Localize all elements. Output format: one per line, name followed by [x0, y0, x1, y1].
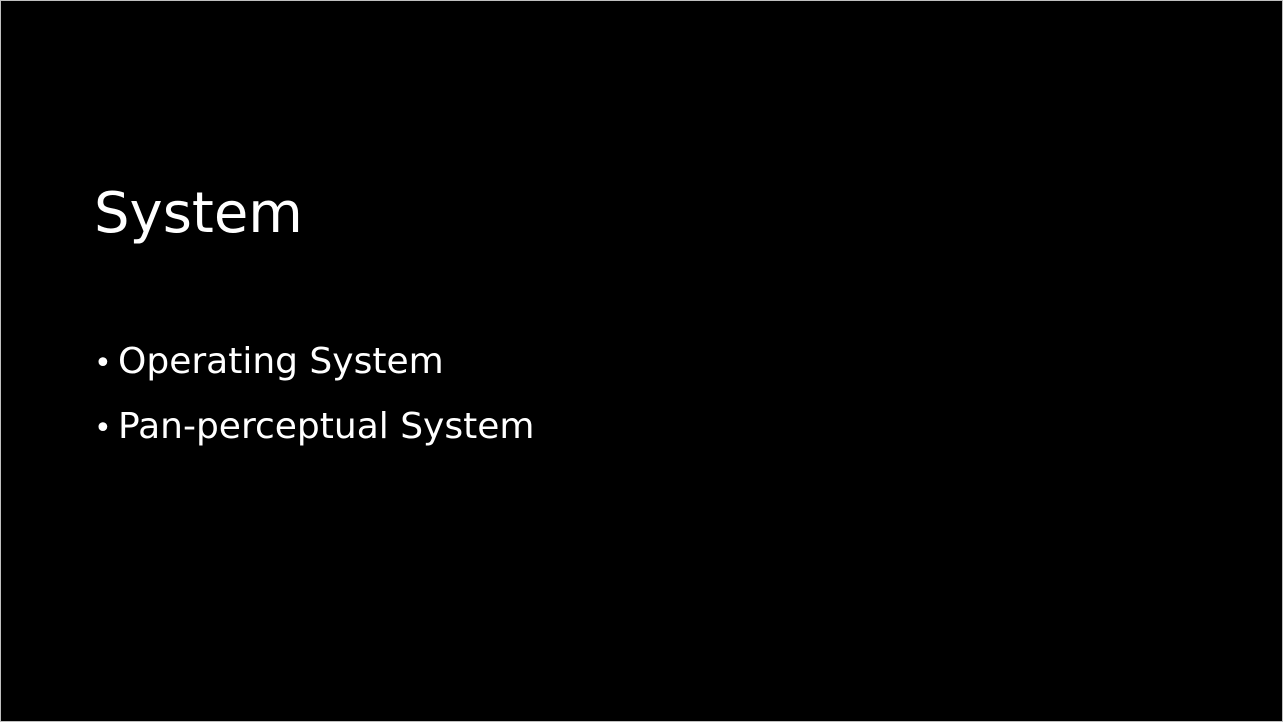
list-item: • Operating System: [94, 337, 534, 402]
bullet-icon: •: [94, 346, 112, 381]
bullet-icon: •: [94, 411, 112, 446]
bullet-text: Pan-perceptual System: [118, 406, 535, 447]
list-item: • Pan-perceptual System: [94, 402, 534, 467]
slide-title: System: [94, 181, 303, 246]
bullet-text: Operating System: [118, 341, 444, 382]
bullet-list: • Operating System • Pan-perceptual Syst…: [94, 337, 534, 467]
slide-canvas: System • Operating System • Pan-perceptu…: [0, 0, 1283, 722]
